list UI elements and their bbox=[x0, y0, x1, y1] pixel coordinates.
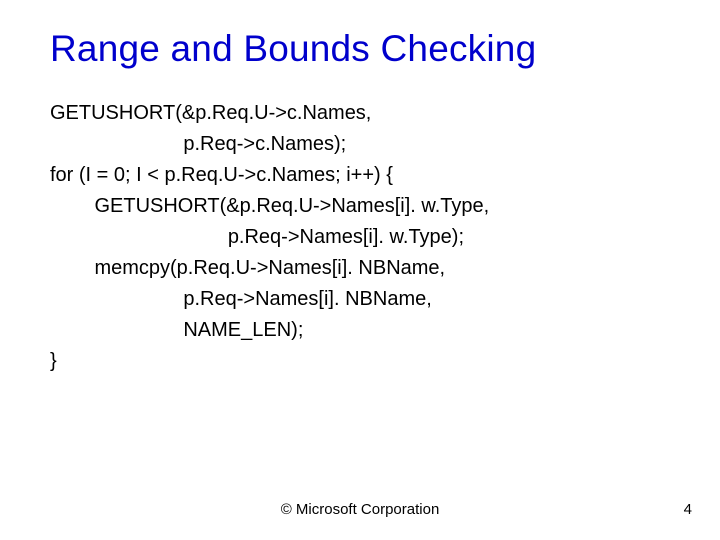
code-line: } bbox=[50, 346, 680, 377]
code-line: p.Req->Names[i]. NBName, bbox=[50, 284, 680, 315]
code-line: GETUSHORT(&p.Req.U->Names[i]. w.Type, bbox=[50, 191, 680, 222]
code-line: p.Req->c.Names); bbox=[50, 129, 680, 160]
code-line: GETUSHORT(&p.Req.U->c.Names, bbox=[50, 98, 680, 129]
code-line: p.Req->Names[i]. w.Type); bbox=[50, 222, 680, 253]
page-number: 4 bbox=[684, 501, 692, 518]
slide-title: Range and Bounds Checking bbox=[50, 28, 680, 70]
code-line: for (I = 0; I < p.Req.U->c.Names; i++) { bbox=[50, 160, 680, 191]
code-line: NAME_LEN); bbox=[50, 315, 680, 346]
code-line: memcpy(p.Req.U->Names[i]. NBName, bbox=[50, 253, 680, 284]
slide: Range and Bounds Checking GETUSHORT(&p.R… bbox=[0, 0, 720, 540]
code-block: GETUSHORT(&p.Req.U->c.Names, p.Req->c.Na… bbox=[50, 98, 680, 377]
footer-copyright: © Microsoft Corporation bbox=[0, 501, 720, 518]
